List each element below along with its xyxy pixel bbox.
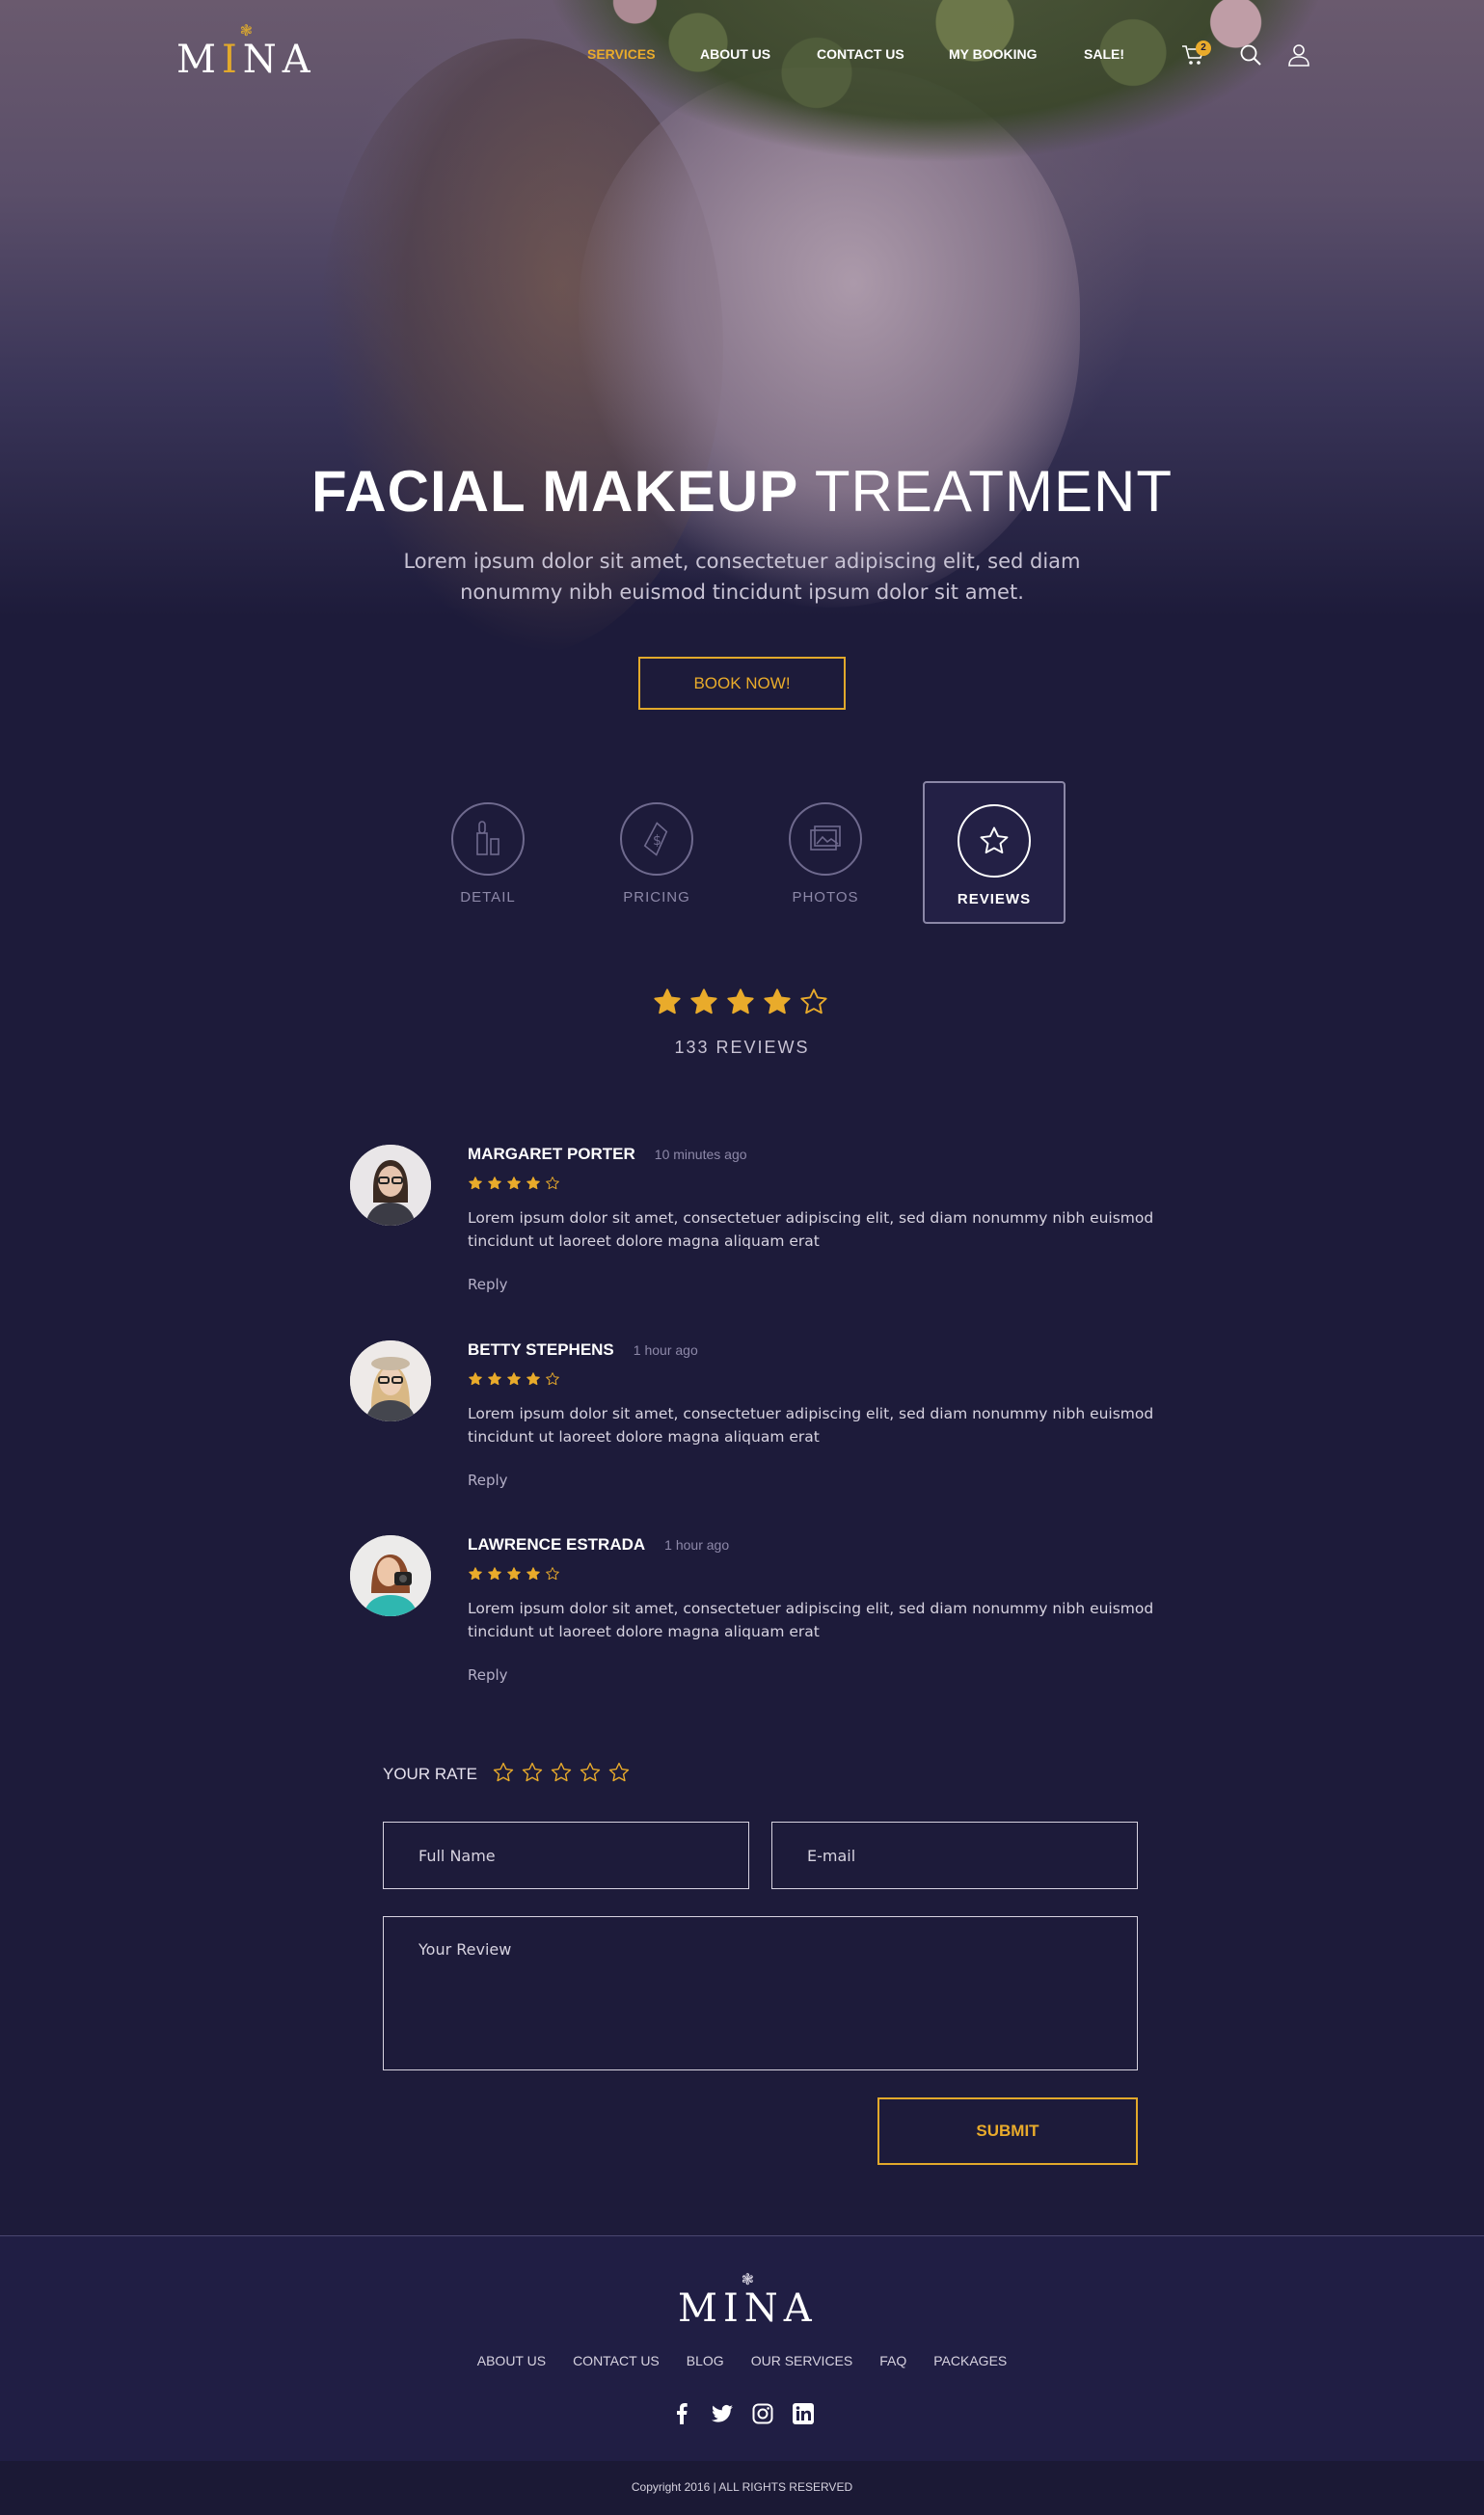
- review-text: Lorem ipsum dolor sit amet, consectetuer…: [468, 1405, 1154, 1446]
- photos-icon: [789, 802, 862, 876]
- logo-flower-icon: ❃: [239, 21, 254, 40]
- footer-link-blog[interactable]: BLOG: [687, 2353, 724, 2368]
- avatar: [350, 1535, 431, 1616]
- star-empty-icon[interactable]: [579, 1761, 602, 1784]
- linkedin-icon[interactable]: [792, 2403, 814, 2424]
- book-now-button[interactable]: BOOK NOW!: [638, 657, 846, 710]
- review-rating-stars: [468, 1566, 560, 1582]
- summary-rating-stars: [652, 987, 829, 1017]
- hero-title: FACIAL MAKEUP TREATMENT: [310, 459, 1174, 524]
- review-item: BETTY STEPHENS 1 hour ago Lorem ipsum dol…: [350, 1340, 1153, 1514]
- star-filled-icon: [487, 1176, 502, 1191]
- search-icon[interactable]: [1238, 42, 1263, 68]
- reply-link[interactable]: Reply: [468, 1666, 508, 1684]
- copyright-text: Copyright 2016 | ALL RIGHTS RESERVED: [631, 2480, 853, 2494]
- star-filled-icon: [762, 987, 793, 1017]
- star-filled-icon: [526, 1176, 541, 1191]
- star-empty-icon: [798, 987, 829, 1017]
- review-item: MARGARET PORTER 10 minutes ago Lorem ipsu…: [350, 1145, 1153, 1318]
- footer-logo[interactable]: ❃ MINA: [678, 2270, 818, 2331]
- review-time: 10 minutes ago: [654, 1147, 747, 1162]
- reviews-count: 133 REVIEWS: [674, 1038, 810, 1057]
- star-icon: [958, 804, 1031, 878]
- footer-nav: ABOUT US CONTACT US BLOG OUR SERVICES FA…: [0, 2353, 1484, 2368]
- review-text: Lorem ipsum dolor sit amet, consectetuer…: [468, 1600, 1154, 1640]
- svg-text:$: $: [653, 833, 661, 849]
- reviewer-name: LAWRENCE ESTRADA 1 hour ago: [468, 1535, 730, 1554]
- avatar: [350, 1145, 431, 1226]
- your-rate-label: YOUR RATE: [383, 1765, 477, 1783]
- tab-pricing[interactable]: $ PRICING: [585, 781, 728, 924]
- reply-link[interactable]: Reply: [468, 1276, 508, 1293]
- review-rating-stars: [468, 1371, 560, 1387]
- social-links: [0, 2403, 1484, 2424]
- tab-label: REVIEWS: [957, 891, 1032, 907]
- review-textarea[interactable]: [383, 1916, 1138, 2070]
- facebook-icon[interactable]: [671, 2403, 692, 2424]
- star-filled-icon: [468, 1176, 483, 1191]
- your-rate-stars[interactable]: [492, 1761, 631, 1784]
- nav-item-my-booking[interactable]: MY BOOKING: [949, 46, 1038, 62]
- instagram-icon[interactable]: [752, 2403, 773, 2424]
- header-logo[interactable]: ❃ MINA: [176, 21, 316, 82]
- star-filled-icon: [506, 1371, 522, 1387]
- star-filled-icon: [506, 1176, 522, 1191]
- nav-item-contact-us[interactable]: CONTACT US: [817, 46, 904, 62]
- star-empty-icon[interactable]: [607, 1761, 631, 1784]
- reviewer-name: MARGARET PORTER 10 minutes ago: [468, 1145, 747, 1163]
- cart-count-badge: 2: [1196, 41, 1211, 56]
- avatar: [350, 1340, 431, 1421]
- review-text: Lorem ipsum dolor sit amet, consectetuer…: [468, 1209, 1154, 1250]
- tab-photos[interactable]: PHOTOS: [754, 781, 897, 924]
- tab-label: PHOTOS: [792, 889, 859, 906]
- twitter-icon[interactable]: [711, 2403, 733, 2424]
- star-empty-icon: [545, 1371, 560, 1387]
- star-filled-icon: [468, 1566, 483, 1582]
- reviewer-name: BETTY STEPHENS 1 hour ago: [468, 1340, 698, 1359]
- star-filled-icon: [526, 1371, 541, 1387]
- tab-label: PRICING: [623, 889, 690, 906]
- tab-label: DETAIL: [460, 889, 516, 906]
- footer-link-faq[interactable]: FAQ: [879, 2353, 906, 2368]
- nav-item-sale[interactable]: SALE!: [1084, 46, 1124, 62]
- star-empty-icon: [545, 1176, 560, 1191]
- submit-button[interactable]: SUBMIT: [877, 2097, 1138, 2165]
- star-filled-icon: [487, 1566, 502, 1582]
- tab-reviews[interactable]: REVIEWS: [923, 781, 1066, 924]
- star-filled-icon: [725, 987, 756, 1017]
- star-filled-icon: [526, 1566, 541, 1582]
- star-empty-icon[interactable]: [550, 1761, 573, 1784]
- star-filled-icon: [652, 987, 683, 1017]
- review-item: LAWRENCE ESTRADA 1 hour ago Lorem ipsum d…: [350, 1535, 1153, 1709]
- review-rating-stars: [468, 1176, 560, 1191]
- full-name-input[interactable]: [383, 1822, 749, 1889]
- email-input[interactable]: [771, 1822, 1138, 1889]
- reply-link[interactable]: Reply: [468, 1472, 508, 1489]
- logo-flower-icon: ❃: [741, 2270, 755, 2288]
- star-filled-icon: [506, 1566, 522, 1582]
- footer-link-our-services[interactable]: OUR SERVICES: [751, 2353, 853, 2368]
- footer-link-packages[interactable]: PACKAGES: [933, 2353, 1007, 2368]
- review-time: 1 hour ago: [664, 1537, 730, 1553]
- star-empty-icon[interactable]: [492, 1761, 515, 1784]
- footer-link-contact-us[interactable]: CONTACT US: [573, 2353, 660, 2368]
- review-time: 1 hour ago: [633, 1342, 698, 1358]
- lipstick-icon: [451, 802, 525, 876]
- hero-image: [0, 0, 1484, 771]
- star-filled-icon: [487, 1371, 502, 1387]
- star-empty-icon[interactable]: [521, 1761, 544, 1784]
- footer-link-about-us[interactable]: ABOUT US: [477, 2353, 546, 2368]
- tab-detail[interactable]: DETAIL: [417, 781, 559, 924]
- star-filled-icon: [468, 1371, 483, 1387]
- nav-item-services[interactable]: SERVICES: [587, 46, 656, 62]
- hero-subtitle: Lorem ipsum dolor sit amet, consectetuer…: [403, 550, 1081, 604]
- star-empty-icon: [545, 1566, 560, 1582]
- star-filled-icon: [688, 987, 719, 1017]
- nav-item-about-us[interactable]: ABOUT US: [700, 46, 770, 62]
- user-icon[interactable]: [1286, 42, 1311, 68]
- price-tag-icon: $: [620, 802, 693, 876]
